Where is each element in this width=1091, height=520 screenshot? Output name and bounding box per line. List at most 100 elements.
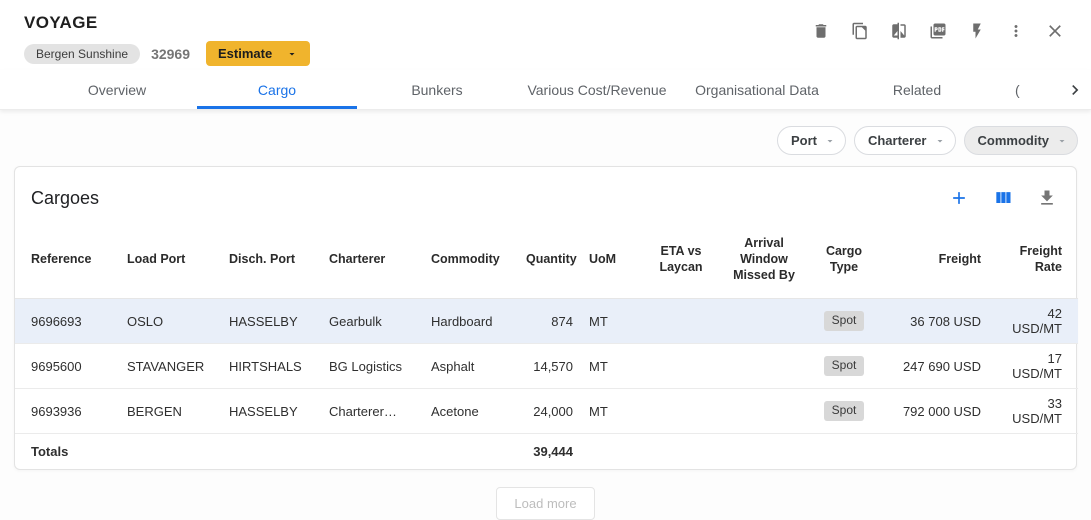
- filter-chip-commodity[interactable]: Commodity: [964, 126, 1079, 155]
- table-row[interactable]: 9695600 STAVANGER HIRTSHALS BG Logistics…: [15, 344, 1078, 389]
- cell-quantity: 874: [518, 299, 581, 344]
- tab-overview[interactable]: Overview: [37, 70, 197, 109]
- vessel-chip: Bergen Sunshine: [24, 44, 140, 64]
- chevron-down-icon: [1056, 135, 1068, 147]
- cell-uom: MT: [581, 299, 643, 344]
- filter-chip-charterer-label: Charterer: [868, 133, 927, 148]
- tab-cargo[interactable]: Cargo: [197, 70, 357, 109]
- cell-eta-vs-laycan: [643, 389, 719, 434]
- close-icon[interactable]: [1045, 21, 1065, 41]
- copy-icon[interactable]: [850, 21, 870, 41]
- cell-freight: 247 690 USD: [879, 344, 989, 389]
- filter-chip-port-label: Port: [791, 133, 817, 148]
- chevron-down-icon: [824, 135, 836, 147]
- cell-freight-rate: 17 USD/MT: [989, 344, 1078, 389]
- cargo-type-badge: Spot: [824, 401, 865, 420]
- cell-arrival-window: [719, 344, 809, 389]
- cell-disch-port: HIRTSHALS: [221, 344, 321, 389]
- filter-chip-charterer[interactable]: Charterer: [854, 126, 956, 155]
- tab-bunkers[interactable]: Bunkers: [357, 70, 517, 109]
- window-header: VOYAGE Bergen Sunshine 32969 Estimate: [0, 0, 1091, 70]
- cell-charterer: Gearbulk: [321, 299, 423, 344]
- chevron-down-icon: [286, 48, 298, 60]
- cell-eta-vs-laycan: [643, 344, 719, 389]
- cell-freight: 792 000 USD: [879, 389, 989, 434]
- cell-load-port: OSLO: [119, 299, 221, 344]
- cell-cargo-type: Spot: [809, 299, 879, 344]
- tab-bar: Overview Cargo Bunkers Various Cost/Reve…: [0, 70, 1091, 110]
- cargo-type-badge: Spot: [824, 311, 865, 330]
- cell-quantity: 14,570: [518, 344, 581, 389]
- col-header-commodity[interactable]: Commodity: [423, 221, 518, 299]
- table-row[interactable]: 9693936 BERGEN HASSELBY Charterer… Aceto…: [15, 389, 1078, 434]
- filter-row: Port Charterer Commodity: [0, 110, 1091, 155]
- cell-load-port: STAVANGER: [119, 344, 221, 389]
- cell-uom: MT: [581, 389, 643, 434]
- cell-commodity: Asphalt: [423, 344, 518, 389]
- card-title: Cargoes: [31, 188, 99, 209]
- col-header-load-port[interactable]: Load Port: [119, 221, 221, 299]
- card-actions: [948, 187, 1058, 209]
- tab-related[interactable]: Related: [837, 70, 997, 109]
- cargo-type-badge: Spot: [824, 356, 865, 375]
- cell-charterer: Charterer…: [321, 389, 423, 434]
- columns-icon[interactable]: [992, 187, 1014, 209]
- col-header-eta-vs-laycan[interactable]: ETA vs Laycan: [643, 221, 719, 299]
- cell-freight: 36 708 USD: [879, 299, 989, 344]
- cell-freight-rate: 33 USD/MT: [989, 389, 1078, 434]
- cell-arrival-window: [719, 299, 809, 344]
- col-header-freight[interactable]: Freight: [879, 221, 989, 299]
- cell-reference: 9693936: [15, 389, 119, 434]
- tab-various-cost-revenue[interactable]: Various Cost/Revenue: [517, 70, 677, 109]
- load-more-wrap: Load more: [0, 487, 1091, 520]
- cell-charterer: BG Logistics: [321, 344, 423, 389]
- delete-icon[interactable]: [811, 21, 831, 41]
- col-header-quantity[interactable]: Quantity: [518, 221, 581, 299]
- cell-freight-rate: 42 USD/MT: [989, 299, 1078, 344]
- cell-disch-port: HASSELBY: [221, 389, 321, 434]
- col-header-disch-port[interactable]: Disch. Port: [221, 221, 321, 299]
- chevron-right-icon[interactable]: [1065, 70, 1085, 110]
- add-cargo-icon[interactable]: [948, 187, 970, 209]
- voyage-sub-row: Bergen Sunshine 32969 Estimate: [24, 41, 1067, 66]
- col-header-arrival-window[interactable]: Arrival Window Missed By: [719, 221, 809, 299]
- download-icon[interactable]: [1036, 187, 1058, 209]
- totals-quantity: 39,444: [518, 434, 581, 470]
- col-header-charterer[interactable]: Charterer: [321, 221, 423, 299]
- cell-arrival-window: [719, 389, 809, 434]
- cell-cargo-type: Spot: [809, 389, 879, 434]
- flash-icon[interactable]: [967, 21, 987, 41]
- cargoes-table: Reference Load Port Disch. Port Chartere…: [15, 221, 1078, 469]
- col-header-freight-rate[interactable]: Freight Rate: [989, 221, 1078, 299]
- col-header-reference[interactable]: Reference: [15, 221, 119, 299]
- cell-eta-vs-laycan: [643, 299, 719, 344]
- filter-chip-commodity-label: Commodity: [978, 133, 1050, 148]
- cell-reference: 9695600: [15, 344, 119, 389]
- cell-commodity: Acetone: [423, 389, 518, 434]
- table-row[interactable]: 9696693 OSLO HASSELBY Gearbulk Hardboard…: [15, 299, 1078, 344]
- cargoes-card-header: Cargoes: [15, 167, 1076, 213]
- totals-row: Totals 39,444: [15, 434, 1078, 470]
- cargoes-card: Cargoes Reference Load Port Disch. Port: [14, 166, 1077, 470]
- more-vert-icon[interactable]: [1006, 21, 1026, 41]
- cell-uom: MT: [581, 344, 643, 389]
- estimate-button[interactable]: Estimate: [206, 41, 310, 66]
- load-more-button[interactable]: Load more: [496, 487, 594, 520]
- compare-icon[interactable]: [889, 21, 909, 41]
- pdf-icon[interactable]: [928, 21, 948, 41]
- cell-reference: 9696693: [15, 299, 119, 344]
- col-header-uom[interactable]: UoM: [581, 221, 643, 299]
- header-toolbar: [811, 21, 1065, 41]
- table-header-row: Reference Load Port Disch. Port Chartere…: [15, 221, 1078, 299]
- voyage-id: 32969: [151, 46, 190, 62]
- filter-chip-port[interactable]: Port: [777, 126, 846, 155]
- tab-truncated[interactable]: (: [997, 70, 1055, 109]
- estimate-button-label: Estimate: [218, 46, 272, 61]
- cell-disch-port: HASSELBY: [221, 299, 321, 344]
- cell-commodity: Hardboard: [423, 299, 518, 344]
- totals-label: Totals: [15, 434, 119, 470]
- cell-cargo-type: Spot: [809, 344, 879, 389]
- cell-quantity: 24,000: [518, 389, 581, 434]
- col-header-cargo-type[interactable]: Cargo Type: [809, 221, 879, 299]
- tab-organisational-data[interactable]: Organisational Data: [677, 70, 837, 109]
